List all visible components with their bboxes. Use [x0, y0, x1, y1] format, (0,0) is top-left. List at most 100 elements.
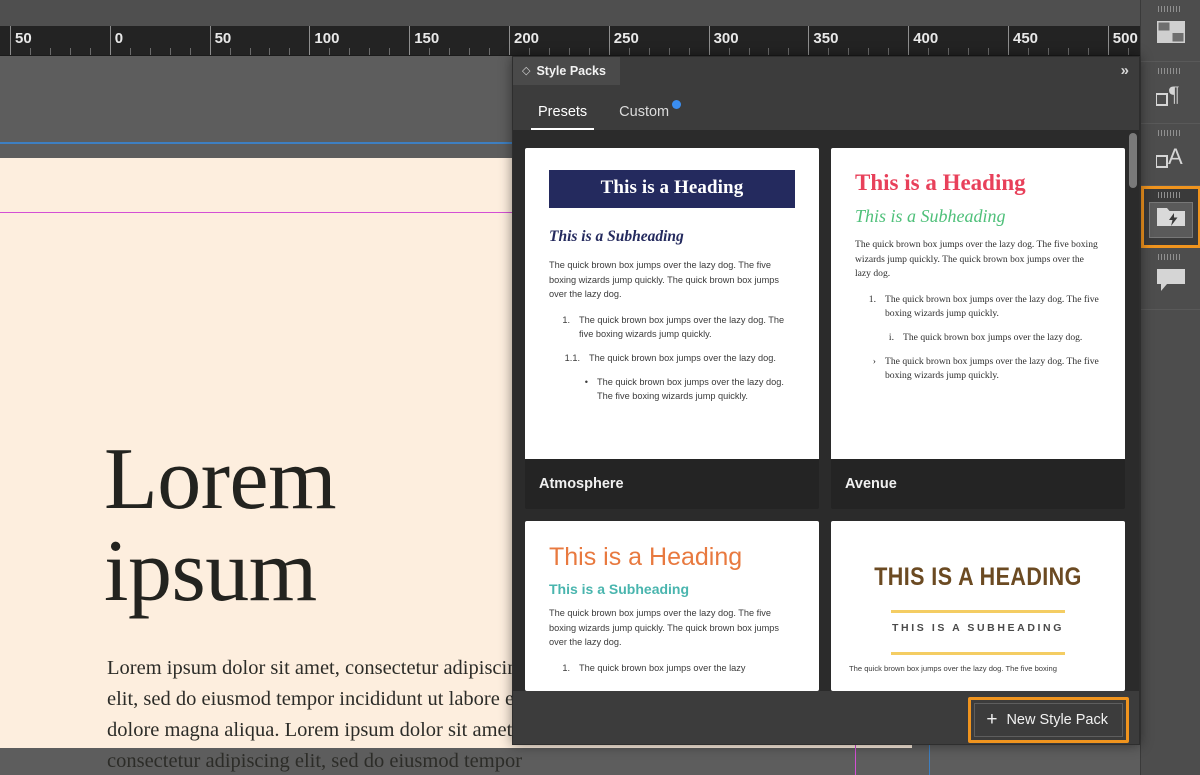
preview-heading: This is a Heading — [549, 543, 795, 572]
ruler-tick-minor — [589, 48, 590, 55]
ruler-label: 450 — [1008, 30, 1038, 47]
rail-item-paragraph-styles[interactable]: ¶ — [1141, 62, 1200, 124]
ruler-tick-minor — [90, 48, 91, 55]
ruler-label: 350 — [808, 30, 838, 47]
style-pack-preview: THIS IS A HEADING THIS IS A SUBHEADING T… — [831, 521, 1125, 691]
panel-titlebar[interactable]: ◇ Style Packs » — [513, 57, 1139, 85]
list-marker: i. — [855, 331, 903, 346]
ruler-tick-minor — [250, 48, 251, 55]
preview-heading: This is a Heading — [549, 170, 795, 208]
ruler-tick-minor — [329, 48, 330, 55]
rail-item-character-styles[interactable]: A — [1141, 124, 1200, 186]
style-pack-card[interactable]: This is a Heading This is a Subheading T… — [831, 148, 1125, 509]
plus-icon: + — [986, 713, 997, 727]
style-packs-list[interactable]: This is a Heading This is a Subheading T… — [513, 130, 1139, 691]
drag-grip-icon[interactable] — [1158, 192, 1184, 198]
svg-text:¶: ¶ — [1169, 81, 1179, 106]
layout-grid-icon — [1157, 21, 1185, 48]
list-text: The quick brown box jumps over the lazy … — [885, 355, 1101, 384]
ruler-tick-minor — [469, 48, 470, 55]
custom-tab-badge-dot — [672, 100, 681, 109]
list-text: The quick brown box jumps over the lazy — [579, 661, 795, 676]
preview-body: The quick brown box jumps over the lazy … — [549, 606, 795, 650]
ruler-tick-minor — [768, 48, 769, 55]
list-text: The quick brown box jumps over the lazy … — [903, 331, 1101, 346]
ruler-tick-minor — [689, 48, 690, 55]
tab-custom-label: Custom — [619, 104, 669, 120]
paragraph-styles-icon: ¶ — [1156, 81, 1186, 112]
list-marker: 1.1. — [549, 351, 589, 366]
list-text: The quick brown box jumps over the lazy … — [597, 375, 795, 404]
panel-title: Style Packs — [536, 64, 606, 78]
tab-custom[interactable]: Custom — [605, 104, 683, 130]
panel-footer: + New Style Pack — [513, 691, 1139, 744]
panel-scrollbar[interactable] — [1129, 133, 1137, 688]
ruler-tick-minor — [729, 48, 730, 55]
drag-handle-icon[interactable]: ◇ — [522, 66, 530, 77]
ruler-tick-minor — [968, 48, 969, 55]
rail-item-style-packs[interactable] — [1141, 186, 1200, 248]
ruler-tick-minor — [1048, 48, 1049, 55]
ruler-top-strip — [0, 0, 1140, 26]
ruler-label: 250 — [609, 30, 639, 47]
ruler-tick-minor — [1128, 48, 1129, 55]
ruler-tick-minor — [389, 48, 390, 55]
list-marker: 1. — [855, 293, 885, 322]
right-tool-rail[interactable]: ¶ A — [1140, 0, 1200, 775]
ruler-tick-minor — [230, 48, 231, 55]
style-pack-preview: This is a Heading This is a Subheading T… — [525, 521, 819, 691]
ruler-tick-minor — [569, 48, 570, 55]
list-text: The quick brown box jumps over the lazy … — [589, 351, 795, 366]
style-pack-card[interactable]: THIS IS A HEADING THIS IS A SUBHEADING T… — [831, 521, 1125, 691]
preview-rule-top — [891, 610, 1065, 613]
preview-heading: THIS IS A HEADING — [867, 563, 1089, 592]
document-title: Lorem ipsum — [104, 434, 524, 618]
document-body-text: Lorem ipsum dolor sit amet, consectetur … — [107, 653, 537, 775]
list-marker: • — [549, 375, 597, 404]
style-pack-name: Atmosphere — [525, 459, 819, 509]
horizontal-ruler[interactable]: 50050100150200250300350400450500 — [0, 0, 1140, 56]
svg-text:A: A — [1168, 144, 1183, 169]
ruler-tick-minor — [749, 48, 750, 55]
list-marker: › — [855, 355, 885, 384]
ruler-tick-minor — [1068, 48, 1069, 55]
collapse-panel-button[interactable]: » — [1121, 62, 1129, 80]
drag-grip-icon[interactable] — [1158, 6, 1184, 12]
preview-subheading: THIS IS A SUBHEADING — [849, 622, 1107, 634]
ruler-tick-minor — [828, 48, 829, 55]
panel-tab-bar[interactable]: Presets Custom — [513, 85, 1139, 130]
panel-title-chip[interactable]: ◇ Style Packs — [513, 57, 620, 85]
drag-grip-icon[interactable] — [1158, 130, 1184, 136]
new-style-pack-button[interactable]: + New Style Pack — [974, 703, 1123, 737]
ruler-tick-minor — [50, 48, 51, 55]
ruler-tick-minor — [948, 48, 949, 55]
preview-list: 1. The quick brown box jumps over the la… — [549, 313, 795, 404]
ruler-tick-minor — [190, 48, 191, 55]
ruler-tick-minor — [150, 48, 151, 55]
tab-presets[interactable]: Presets — [524, 104, 601, 130]
ruler-tick-minor — [788, 48, 789, 55]
ruler-tick-minor — [1028, 48, 1029, 55]
preview-body: The quick brown box jumps over the lazy … — [849, 663, 1107, 674]
drag-grip-icon[interactable] — [1158, 254, 1184, 260]
preview-body: The quick brown box jumps over the lazy … — [549, 258, 795, 302]
style-pack-preview: This is a Heading This is a Subheading T… — [525, 148, 819, 459]
style-packs-panel[interactable]: ◇ Style Packs » Presets Custom This is a… — [512, 56, 1140, 745]
ruler-tick-minor — [888, 48, 889, 55]
style-packs-icon — [1156, 205, 1186, 234]
ruler-label: 500 — [1108, 30, 1138, 47]
style-pack-card[interactable]: This is a Heading This is a Subheading T… — [525, 521, 819, 691]
ruler-tick-minor — [1088, 48, 1089, 55]
list-marker: 1. — [549, 661, 579, 676]
ruler-label: 50 — [10, 30, 32, 47]
new-style-pack-highlight: + New Style Pack — [968, 697, 1129, 743]
rail-item-layout-grid[interactable] — [1141, 0, 1200, 62]
drag-grip-icon[interactable] — [1158, 68, 1184, 74]
panel-scrollbar-thumb[interactable] — [1129, 133, 1137, 188]
style-pack-card[interactable]: This is a Heading This is a Subheading T… — [525, 148, 819, 509]
ruler-label: 50 — [210, 30, 232, 47]
preview-body: The quick brown box jumps over the lazy … — [855, 238, 1101, 282]
ruler-label: 150 — [409, 30, 439, 47]
ruler-tick-minor — [170, 48, 171, 55]
rail-item-comments[interactable] — [1141, 248, 1200, 310]
